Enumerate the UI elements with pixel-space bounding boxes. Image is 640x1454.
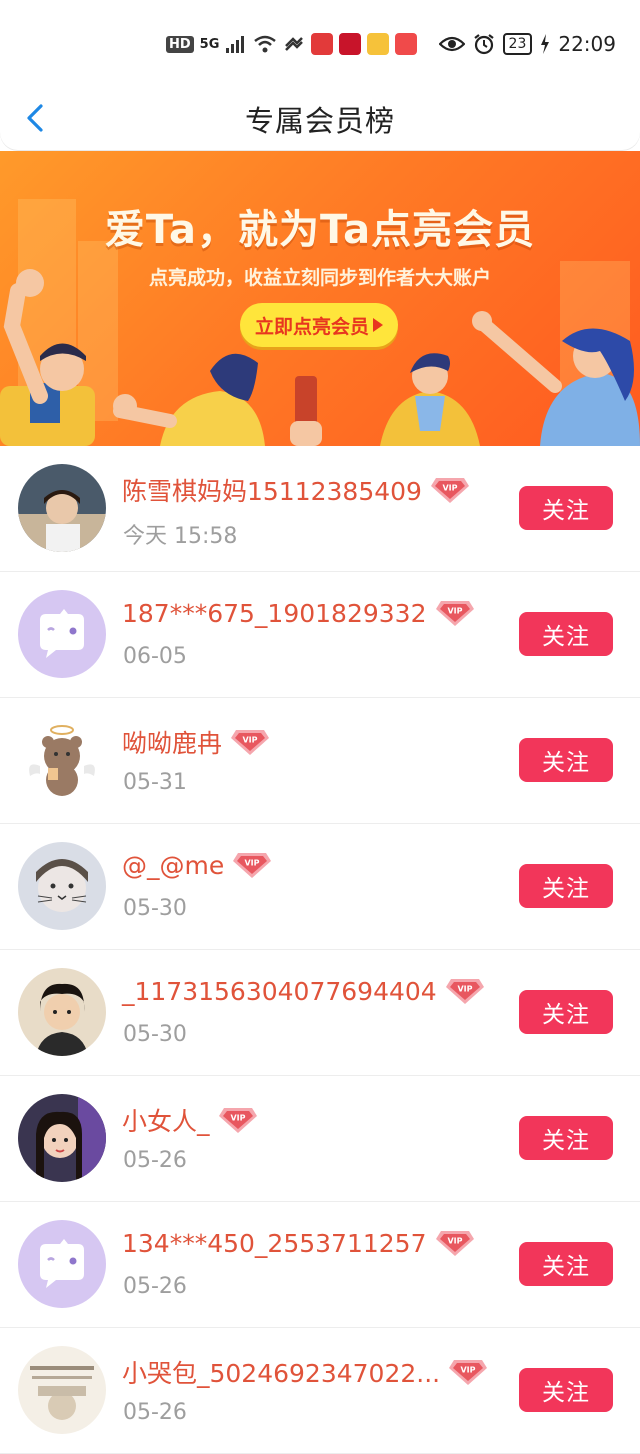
- member-date: 今天 15:58: [123, 524, 238, 549]
- list-item[interactable]: _1173156304077694404 VIP 05-30 关注: [0, 950, 640, 1076]
- hd-indicator: HD: [166, 35, 194, 53]
- svg-text:VIP: VIP: [461, 1366, 476, 1375]
- status-right-indicators: 23 22:09: [438, 30, 616, 58]
- avatar[interactable]: [18, 1094, 106, 1182]
- list-item[interactable]: 187***675_1901829332 VIP 06-05 关注: [0, 572, 640, 698]
- alipay-app-icon: [367, 33, 390, 55]
- list-item[interactable]: 呦呦鹿冉 VIP 05-31 关注: [0, 698, 640, 824]
- battery-level: 23: [502, 33, 533, 55]
- member-date: 05-26: [123, 1148, 187, 1173]
- charging-icon: [541, 34, 550, 54]
- svg-text:VIP: VIP: [457, 985, 472, 994]
- follow-button[interactable]: 关注: [519, 612, 613, 656]
- banner-illustration-people: [0, 269, 640, 446]
- svg-text:VIP: VIP: [230, 1114, 245, 1123]
- member-date: 06-05: [123, 644, 187, 669]
- network-5g-indicator: 5G: [199, 36, 220, 52]
- follow-button[interactable]: 关注: [519, 1242, 613, 1286]
- follow-button[interactable]: 关注: [519, 738, 613, 782]
- list-item[interactable]: 陈雪棋妈妈15112385409 VIP 今天 15:58 关注: [0, 446, 640, 572]
- member-name-row: 187***675_1901829332 VIP: [122, 598, 475, 628]
- member-date: 05-26: [123, 1400, 187, 1425]
- member-name-row: 呦呦鹿冉 VIP: [122, 724, 270, 760]
- member-name: 小哭包_5024692347022...: [122, 1359, 441, 1388]
- pinduoduo-app-icon: [395, 33, 418, 55]
- alarm-icon: [473, 34, 494, 55]
- member-date: 05-30: [123, 1022, 187, 1047]
- follow-button[interactable]: 关注: [519, 1368, 613, 1412]
- member-name-row: @_@me VIP: [122, 850, 272, 880]
- member-name: 134***450_2553711257: [122, 1228, 427, 1258]
- vip-diamond-icon: VIP: [218, 1108, 257, 1133]
- member-name: _1173156304077694404: [122, 976, 437, 1006]
- follow-button[interactable]: 关注: [519, 990, 613, 1034]
- avatar[interactable]: [18, 842, 106, 930]
- member-name-row: 134***450_2553711257 VIP: [122, 1228, 475, 1258]
- title-bar: 专属会员榜: [0, 88, 640, 150]
- list-item[interactable]: @_@me VIP 05-30 关注: [0, 824, 640, 950]
- vip-diamond-icon: VIP: [435, 601, 474, 626]
- vip-diamond-icon: VIP: [233, 853, 272, 878]
- avatar[interactable]: [18, 590, 106, 678]
- page-title: 专属会员榜: [244, 104, 395, 138]
- qidian-app-icon: [311, 33, 334, 55]
- promo-banner[interactable]: 爱Ta，就为Ta点亮会员 点亮成功，收益立刻同步到作者大大账户 立即点亮会员: [0, 151, 640, 446]
- member-date: 05-31: [123, 770, 187, 795]
- tmall-app-icon: [339, 33, 362, 55]
- member-list: 陈雪棋妈妈15112385409 VIP 今天 15:58 关注 187***6…: [0, 446, 640, 1454]
- clock: 22:09: [558, 32, 616, 56]
- vip-diamond-icon: VIP: [430, 478, 469, 503]
- avatar[interactable]: [18, 716, 106, 804]
- svg-text:VIP: VIP: [243, 736, 258, 745]
- wifi-icon: [254, 35, 277, 53]
- svg-text:VIP: VIP: [245, 859, 260, 868]
- member-name: @_@me: [122, 850, 225, 880]
- vip-diamond-icon: VIP: [445, 979, 484, 1004]
- avatar-photo: [18, 842, 106, 930]
- signal-icon: [226, 36, 245, 53]
- list-item[interactable]: 134***450_2553711257 VIP 05-26 关注: [0, 1202, 640, 1328]
- follow-button[interactable]: 关注: [519, 864, 613, 908]
- member-date: 05-26: [123, 1274, 187, 1299]
- follow-button[interactable]: 关注: [519, 1116, 613, 1160]
- avatar-photo: [18, 968, 106, 1056]
- list-item[interactable]: 小女人_ VIP 05-26 关注: [0, 1076, 640, 1202]
- default-avatar-icon: [18, 1220, 106, 1308]
- avatar-photo: [18, 1094, 106, 1182]
- status-left-indicators: HD 5G: [166, 30, 418, 58]
- avatar[interactable]: [18, 464, 106, 552]
- member-name-row: 小女人_ VIP: [122, 1102, 258, 1138]
- vip-diamond-icon: VIP: [231, 730, 270, 755]
- avatar[interactable]: [18, 968, 106, 1056]
- eye-icon: [438, 36, 465, 52]
- vip-diamond-icon: VIP: [449, 1360, 488, 1385]
- svg-text:VIP: VIP: [447, 1237, 462, 1246]
- bear-avatar-icon: [18, 716, 106, 804]
- member-name: 呦呦鹿冉: [122, 729, 223, 758]
- vip-diamond-icon: VIP: [435, 1231, 474, 1256]
- member-name: 陈雪棋妈妈15112385409: [122, 477, 422, 506]
- svg-text:VIP: VIP: [442, 484, 457, 493]
- avatar[interactable]: [18, 1346, 106, 1434]
- member-date: 05-30: [123, 896, 187, 921]
- avatar-photo: [18, 1346, 106, 1434]
- member-name-row: 陈雪棋妈妈15112385409 VIP: [122, 472, 470, 508]
- follow-button[interactable]: 关注: [519, 486, 613, 530]
- member-name: 小女人_: [122, 1107, 210, 1136]
- member-name-row: _1173156304077694404 VIP: [122, 976, 485, 1006]
- nfc-icon: [285, 37, 304, 51]
- status-bar: HD 5G 23 22:09: [0, 0, 640, 88]
- member-name: 187***675_1901829332: [122, 598, 427, 628]
- avatar[interactable]: [18, 1220, 106, 1308]
- avatar-photo: [18, 464, 106, 552]
- svg-text:VIP: VIP: [447, 607, 462, 616]
- list-item[interactable]: 小哭包_5024692347022... VIP 05-26 关注: [0, 1328, 640, 1454]
- default-avatar-icon: [18, 590, 106, 678]
- member-name-row: 小哭包_5024692347022... VIP: [122, 1354, 488, 1390]
